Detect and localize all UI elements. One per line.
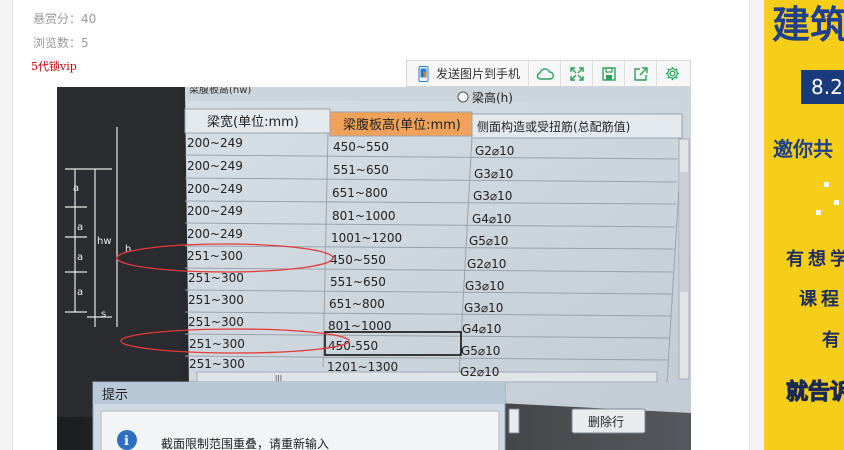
cell-r3-c0: 200~249 <box>187 204 243 218</box>
cell-r3-c2: G4⌀10 <box>472 212 511 226</box>
save-icon <box>601 66 616 81</box>
ad-bottom-text: 就告诉 <box>785 380 844 406</box>
cell-r2-c1: 651~800 <box>332 186 388 200</box>
diagram-label-a3: a <box>77 252 83 263</box>
header-web-height: 梁腹板高(单位:mm) <box>343 117 461 133</box>
cell-r10-c2: G2⌀10 <box>460 365 499 379</box>
diagram-label-a1: a <box>73 183 79 194</box>
dialog-message: 截面限制范围重叠，请重新输入 <box>161 436 329 450</box>
cell-r6-c1: 551~650 <box>330 275 386 289</box>
cell-r10-c1: 1201~1300 <box>327 360 398 374</box>
cell-r4-c2: G5⌀10 <box>469 234 508 248</box>
cell-r9-c2: G5⌀10 <box>461 344 500 358</box>
photo-content: a a a a hw h s 梁腹板高(hw) 梁高(h) 梁宽(单位:mm) … <box>57 87 691 450</box>
settings-button[interactable] <box>657 61 688 86</box>
ad-date: 8.2 <box>801 70 844 104</box>
sidebar-ad-banner[interactable]: 建筑 8.2 邀你共 有想学 课程 有 就告诉 <box>764 0 844 450</box>
cell-r0-c2: G2⌀10 <box>475 144 514 158</box>
expand-icon <box>569 66 584 81</box>
ad-line-3: 有 <box>822 330 840 351</box>
cell-r0-c0: 200~249 <box>187 136 243 150</box>
diagram-label-a4: a <box>77 287 83 298</box>
top-cut-label: 梁腹板高(hw) <box>189 87 251 96</box>
ad-dot <box>834 200 839 205</box>
cell-r4-c0: 200~249 <box>187 227 243 241</box>
ad-line-1: 有想学 <box>786 249 844 270</box>
cell-r1-c2: G3⌀10 <box>474 167 513 181</box>
cell-r1-c1: 551~650 <box>333 163 389 177</box>
reward-points: 悬赏分：40 <box>33 12 97 26</box>
cell-r6-c2: G3⌀10 <box>465 279 504 293</box>
cloud-save-button[interactable] <box>529 61 562 86</box>
cloud-icon <box>536 67 554 80</box>
diagram-label-s: s <box>101 309 106 320</box>
image-toolbar: 发送图片到手机 <box>406 60 691 87</box>
cell-r7-c2: G3⌀10 <box>464 301 503 315</box>
radio-beam-height[interactable]: 梁高(h) <box>472 90 513 105</box>
share-icon <box>633 66 648 81</box>
cell-r5-c0: 251~300 <box>187 249 243 263</box>
svg-text:i: i <box>124 434 129 449</box>
cell-r2-c0: 200~249 <box>187 182 243 196</box>
cell-r2-c2: G3⌀10 <box>473 189 512 203</box>
ad-line-2: 课程 <box>799 289 843 310</box>
cell-r0-c1: 450~550 <box>333 140 389 154</box>
send-to-phone-label: 发送图片到手机 <box>436 67 521 81</box>
cell-r8-c0: 251~300 <box>188 315 244 329</box>
diagram-label-hw: hw <box>97 236 112 247</box>
cell-r10-c0: 251~300 <box>189 357 245 371</box>
cell-r7-c1: 651~800 <box>329 297 385 311</box>
diagram-label-a2: a <box>77 222 83 233</box>
header-side-rebar: 侧面构造或受扭筋(总配筋值) <box>477 119 630 134</box>
diagram-label-h: h <box>125 244 131 255</box>
cell-r4-c1: 1001~1200 <box>331 231 402 245</box>
cell-r9-c0: 251~300 <box>189 337 245 351</box>
cell-r5-c1: 450~550 <box>330 253 386 267</box>
cell-r9-c1: 450-550 <box>328 339 378 353</box>
vip-link[interactable]: 5代锁vip <box>31 58 77 74</box>
ad-title: 建筑 <box>772 3 844 47</box>
ad-dot <box>824 182 829 187</box>
cell-r1-c0: 200~249 <box>187 159 243 173</box>
ad-invite: 邀你共 <box>773 137 833 161</box>
attached-photo[interactable]: a a a a hw h s 梁腹板高(hw) 梁高(h) 梁宽(单位:mm) … <box>57 87 691 450</box>
phone-icon <box>418 65 429 82</box>
share-button[interactable] <box>625 61 658 86</box>
view-count: 浏览数：5 <box>33 36 89 50</box>
cell-r7-c0: 251~300 <box>188 293 244 307</box>
delete-row-button[interactable]: 删除行 <box>588 414 624 429</box>
save-image-button[interactable] <box>593 61 626 86</box>
cell-r8-c1: 801~1000 <box>328 319 392 333</box>
cell-r8-c2: G4⌀10 <box>462 322 501 336</box>
gear-icon <box>665 66 680 81</box>
cell-r5-c2: G2⌀10 <box>467 257 506 271</box>
header-beam-width: 梁宽(单位:mm) <box>207 114 299 130</box>
cell-r6-c0: 251~300 <box>188 271 244 285</box>
ad-dot <box>816 210 821 215</box>
send-to-phone-button[interactable]: 发送图片到手机 <box>407 61 530 86</box>
fullscreen-button[interactable] <box>561 61 594 86</box>
dialog-title: 提示 <box>102 387 128 403</box>
question-post: 悬赏分：40 浏览数：5 5代锁vip a a a a hw h s 梁腹板高(… <box>12 0 750 450</box>
cell-r3-c1: 801~1000 <box>332 209 396 223</box>
